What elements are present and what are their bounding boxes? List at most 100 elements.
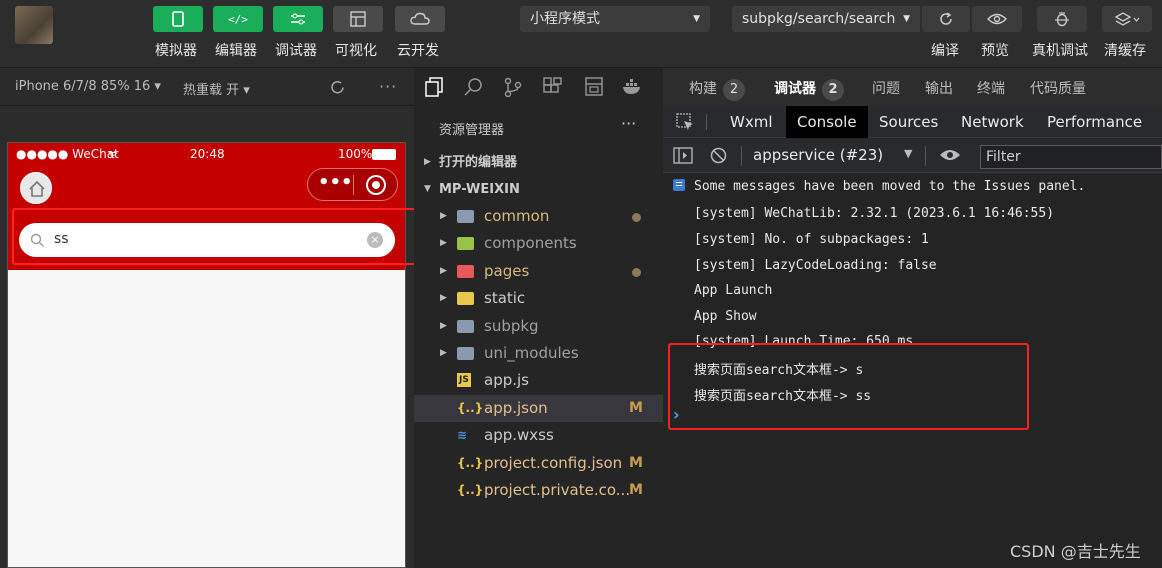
user-avatar[interactable] (15, 6, 53, 44)
cloud-toggle-button[interactable] (395, 6, 445, 32)
folder-item[interactable]: ▶ components (414, 230, 663, 257)
folder-icon (457, 264, 474, 278)
status-bar: ●●●●● WeChat ᯤ 20:48 100% (8, 147, 405, 163)
folder-item[interactable]: ▶ subpkg (414, 313, 663, 340)
activity-bar (414, 68, 663, 106)
file-item[interactable]: {..} app.json M (414, 394, 663, 422)
file-name: app.js (484, 371, 529, 390)
compile-button[interactable] (922, 6, 970, 32)
file-name: app.json (484, 398, 548, 417)
layers-icon (1114, 12, 1140, 26)
tab-output[interactable]: 输出 (925, 78, 953, 98)
file-name: project.private.co... (484, 481, 631, 499)
panel-tabs: Wxml Console Sources Network Performance (663, 106, 1162, 138)
compile-path-value: subpkg/search/search (742, 11, 896, 27)
close-miniprogram-icon[interactable] (366, 175, 386, 195)
clear-console-icon[interactable] (710, 147, 727, 164)
clear-cache-label: 清缓存 (1104, 43, 1146, 59)
phone-screen: ●●●●● WeChat ᯤ 20:48 100% ••• ss × (7, 142, 406, 568)
visual-toggle-button[interactable] (333, 6, 383, 32)
rotate-icon[interactable] (329, 79, 346, 96)
console-filter-input[interactable]: Filter (980, 145, 1162, 169)
files-icon[interactable] (425, 77, 443, 97)
cloud-label: 云开发 (397, 43, 439, 59)
search-highlight-box (12, 208, 430, 265)
tab-code-quality[interactable]: 代码质量 (1030, 78, 1086, 98)
file-item[interactable]: JS app.js (414, 367, 663, 394)
clear-cache-button[interactable] (1102, 6, 1152, 32)
tab-problems[interactable]: 问题 (872, 78, 900, 98)
devtools-panel: 构建 2 调试器 2 问题 输出 终端 代码质量 Wxml Console Sour… (663, 68, 1162, 568)
modified-dot (632, 267, 641, 277)
tab-console[interactable]: Console (786, 106, 868, 138)
eye-icon[interactable] (939, 148, 961, 162)
folder-item[interactable]: ▶ common (414, 203, 663, 230)
simulator-toggle-button[interactable] (153, 6, 203, 32)
folder-icon (457, 319, 474, 333)
sidebar-toggle-icon[interactable] (673, 147, 693, 164)
tab-network[interactable]: Network (961, 106, 1024, 138)
compile-label: 编译 (931, 43, 959, 59)
home-button[interactable] (20, 172, 52, 204)
modified-dot (632, 213, 641, 222)
editor-label: 编辑器 (215, 43, 257, 59)
tab-build[interactable]: 构建 2 (689, 78, 745, 101)
simulator-label: 模拟器 (155, 43, 197, 59)
console-line: App Launch (694, 283, 773, 298)
devtools-tabs: 构建 2 调试器 2 问题 输出 终端 代码质量 (663, 68, 1162, 106)
layout-icon (350, 11, 366, 27)
outline-icon[interactable] (585, 77, 603, 97)
folder-item[interactable]: ▶ pages (414, 258, 663, 285)
chevron-right-icon: ▶ (440, 320, 447, 331)
folder-item[interactable]: ▶ static (414, 285, 663, 312)
explorer-more-icon[interactable]: ··· (621, 114, 636, 133)
tab-debugger[interactable]: 调试器 2 (774, 78, 844, 101)
remote-debug-button[interactable] (1037, 6, 1087, 32)
hot-reload-toggle[interactable]: 热重载 开 ▾ (183, 79, 250, 98)
compile-path-select[interactable]: subpkg/search/search ▼ (732, 6, 920, 32)
docker-icon[interactable] (622, 79, 644, 95)
file-item[interactable]: ≋ app.wxss (414, 422, 663, 449)
file-name: static (484, 289, 526, 308)
search-icon[interactable] (464, 77, 484, 97)
tab-sources[interactable]: Sources (879, 106, 938, 138)
explorer-title: 资源管理器 (439, 123, 505, 138)
modified-badge: M (629, 399, 643, 416)
mode-select[interactable]: 小程序模式 ▼ (520, 6, 710, 32)
debugger-toggle-button[interactable] (273, 6, 323, 32)
file-item[interactable]: {..} project.config.json M (414, 450, 663, 477)
editor-toggle-button[interactable]: </> (213, 6, 263, 32)
chevron-right-icon: ▶ (440, 293, 447, 304)
simulator-panel: ●●●●● WeChat ᯤ 20:48 100% ••• ss × (0, 106, 430, 568)
js-file-icon: JS (457, 373, 471, 388)
menu-dots-icon[interactable]: ••• (318, 172, 353, 193)
json-file-icon: {..} (457, 483, 484, 497)
refresh-icon (940, 12, 952, 25)
caret-down-icon: ▼ (903, 14, 910, 24)
context-select[interactable]: appservice (#23) (753, 146, 883, 164)
chevron-right-icon: ▶ (424, 157, 431, 167)
preview-button[interactable] (972, 6, 1022, 32)
extensions-icon[interactable] (543, 77, 563, 97)
device-select[interactable]: iPhone 6/7/8 85% 16 ▾ (15, 79, 161, 94)
tab-wxml[interactable]: Wxml (730, 106, 773, 138)
open-editors-section[interactable]: ▶ 打开的编辑器 (414, 149, 663, 176)
json-file-icon: {..} (457, 455, 484, 470)
chevron-right-icon: ▶ (440, 348, 447, 358)
tab-performance[interactable]: Performance (1047, 106, 1142, 138)
source-control-icon[interactable] (504, 77, 522, 97)
tab-terminal[interactable]: 终端 (977, 78, 1005, 98)
file-item[interactable]: {..} project.private.co... M (414, 477, 663, 504)
clock-text: 20:48 (190, 147, 225, 161)
folder-item[interactable]: ▶ uni_modules (414, 340, 663, 367)
debugger-label: 调试器 (275, 43, 317, 59)
project-section[interactable]: ▼ MP-WEIXIN (414, 176, 663, 203)
folder-icon (457, 210, 474, 223)
file-name: project.config.json (484, 453, 623, 472)
home-icon (29, 180, 45, 197)
file-explorer: 资源管理器 ··· ▶ 打开的编辑器 ▼ MP-WEIXIN ▶ common ▶ c… (414, 68, 663, 568)
more-icon[interactable]: ··· (379, 77, 397, 96)
folder-icon (457, 347, 474, 360)
json-file-icon: {..} (457, 400, 484, 415)
inspect-icon[interactable] (676, 113, 694, 131)
